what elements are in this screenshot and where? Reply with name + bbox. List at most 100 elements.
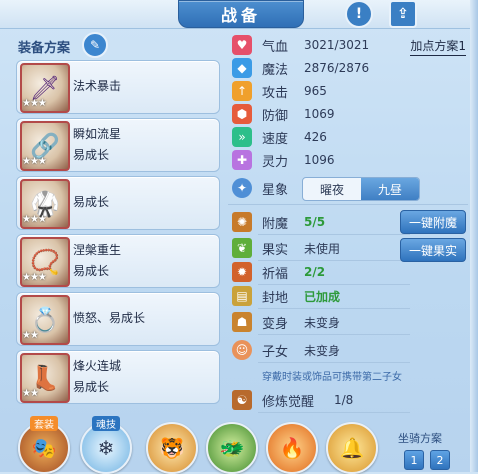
one-click-fruit-button[interactable]: 一键果实	[400, 238, 466, 262]
speed-icon: »	[232, 127, 252, 147]
bonus-value: 2/2	[304, 265, 326, 279]
soul-skill-button[interactable]: ❄ 魂技	[80, 416, 132, 474]
equipment-effect: 瞬如流星	[73, 127, 122, 141]
bonus-label: 封地	[262, 290, 289, 306]
attr-value: 1096	[304, 153, 335, 167]
attr-label: 魔法	[262, 62, 289, 78]
blessing-icon: ✹	[232, 262, 252, 282]
attr-mp: ◆ 魔法 2876/2876	[228, 57, 468, 79]
exclamation-icon: !	[345, 0, 373, 28]
fief-icon: ▤	[232, 286, 252, 306]
slot-tag: 套装	[30, 416, 58, 431]
star-rating: ★★★	[22, 156, 47, 167]
fruit-icon: ❦	[232, 238, 252, 258]
equipment-slot-boots[interactable]: 👢 ★★ 烽火连城 易成长	[16, 350, 220, 404]
attr-value: 1069	[304, 107, 335, 121]
bonus-label: 果实	[262, 242, 289, 258]
attr-label: 速度	[262, 131, 289, 147]
mount-scheme-2-button[interactable]: 2	[430, 450, 450, 470]
equipment-slot-belt[interactable]: 💍 ★★ 愤怒、易成长	[16, 292, 220, 346]
equipment-effect: 涅槃重生	[73, 243, 122, 257]
star-option-day[interactable]: 九昼	[361, 178, 419, 200]
attr-label: 星象	[262, 182, 289, 198]
attr-hp: ♥ 气血 3021/3021	[228, 34, 468, 56]
bonus-transform: ☗ 变身 未变身	[228, 310, 404, 334]
equipment-effect: 烽火连城	[73, 359, 122, 373]
bonus-label: 子女	[262, 344, 289, 360]
mana-icon: ◆	[232, 58, 252, 78]
bonus-blessing: ✹ 祈福 2/2	[228, 260, 404, 284]
bonus-children: ☺ 子女 未变身	[228, 338, 404, 362]
awaken-icon: ☯	[232, 390, 252, 410]
equipment-effect: 愤怒、易成长	[73, 311, 146, 325]
share-button[interactable]: ⇪	[388, 0, 418, 28]
mount-scheme-1-button[interactable]: 1	[404, 450, 424, 470]
dragon-icon: 🐲	[219, 436, 245, 460]
bonus-value: 未变身	[304, 343, 341, 358]
pet-slot-2[interactable]: 🐲	[206, 422, 258, 474]
attr-speed: » 速度 426	[228, 126, 468, 148]
row-underline	[258, 334, 410, 335]
heart-icon: ♥	[232, 35, 252, 55]
star-rating: ★★	[22, 388, 39, 399]
soul-skill-icon: ❄	[97, 436, 115, 460]
pet-slot-1[interactable]: 🐯	[146, 422, 198, 474]
equipment-panel: 装备方案 ✎ 🗡 ★★★ 法术暴击 🔗 ★★★ 瞬如流星 易成长 🥋 ★★★ 易…	[12, 32, 220, 414]
equipment-scheme-title: 装备方案	[18, 41, 71, 56]
divider	[228, 204, 468, 205]
bonus-value: 未变身	[304, 315, 341, 330]
transform-icon: ☗	[232, 312, 252, 332]
star-sign-toggle[interactable]: 曜夜 九昼	[302, 177, 420, 201]
equipment-slot-necklace[interactable]: 🔗 ★★★ 瞬如流星 易成长	[16, 118, 220, 172]
attr-value: 2876/2876	[304, 61, 370, 75]
awaken-row[interactable]: ☯ 修炼觉醒 1/8	[228, 388, 404, 412]
pet-slot-4[interactable]: 🔔	[326, 422, 378, 474]
equipment-trait: 易成长	[73, 195, 110, 209]
spirit-icon: ✚	[232, 150, 252, 170]
right-frame-edge	[470, 0, 478, 472]
bonus-fief: ▤ 封地 已加成	[228, 284, 404, 308]
fire-icon: 🔥	[279, 436, 305, 460]
row-underline	[258, 234, 410, 235]
child-icon: ☺	[232, 340, 252, 360]
bonus-value: 5/5	[304, 215, 326, 229]
equipment-slot-jewel[interactable]: 📿 ★★★ 涅槃重生 易成长	[16, 234, 220, 288]
attr-value: 3021/3021	[304, 38, 370, 52]
defense-icon: ⬢	[232, 104, 252, 124]
attack-icon: ↑	[232, 81, 252, 101]
bottom-bar: 🎭 套装 ❄ 魂技 🐯 🐲 🔥 🔔 坐骑方案 1 2	[0, 416, 478, 474]
equipment-effect: 法术暴击	[73, 79, 122, 93]
bonus-value: 未使用	[304, 241, 341, 256]
equipment-trait: 易成长	[73, 380, 110, 394]
star-option-night[interactable]: 曜夜	[303, 178, 361, 200]
attr-defense: ⬢ 防御 1069	[228, 103, 468, 125]
one-click-enchant-button[interactable]: 一键附魔	[400, 210, 466, 234]
info-button[interactable]: !	[344, 0, 374, 28]
attr-spirit: ✚ 灵力 1096	[228, 149, 468, 171]
slot-tag: 魂技	[92, 416, 120, 431]
attr-value: 965	[304, 84, 327, 98]
attr-label: 攻击	[262, 85, 289, 101]
outfit-set-button[interactable]: 🎭 套装	[18, 416, 70, 474]
outfit-icon: 🎭	[31, 436, 57, 460]
star-rating: ★★★	[22, 214, 47, 225]
bonus-fruit: ❦ 果实 未使用	[228, 236, 404, 260]
attr-attack: ↑ 攻击 965	[228, 80, 468, 102]
attr-label: 防御	[262, 108, 289, 124]
row-underline	[258, 362, 410, 363]
bonus-label: 祈福	[262, 266, 289, 282]
pet-slot-3[interactable]: 🔥	[266, 422, 318, 474]
attributes-panel: 加点方案1 ♥ 气血 3021/3021 ◆ 魔法 2876/2876 ↑ 攻击…	[228, 32, 474, 416]
row-underline	[258, 412, 410, 413]
star-rating: ★★★	[22, 98, 47, 109]
equipment-trait: 易成长	[73, 148, 110, 162]
equipment-slot-armor[interactable]: 🥋 ★★★ 易成长	[16, 176, 220, 230]
attr-label: 灵力	[262, 154, 289, 170]
share-icon: ⇪	[389, 0, 417, 28]
equipment-slot-weapon[interactable]: 🗡 ★★★ 法术暴击	[16, 60, 220, 114]
attr-label: 气血	[262, 39, 289, 55]
equipment-trait: 易成长	[73, 264, 110, 278]
bell-icon: 🔔	[339, 436, 365, 460]
row-underline	[258, 308, 410, 309]
pencil-icon[interactable]: ✎	[82, 32, 108, 58]
